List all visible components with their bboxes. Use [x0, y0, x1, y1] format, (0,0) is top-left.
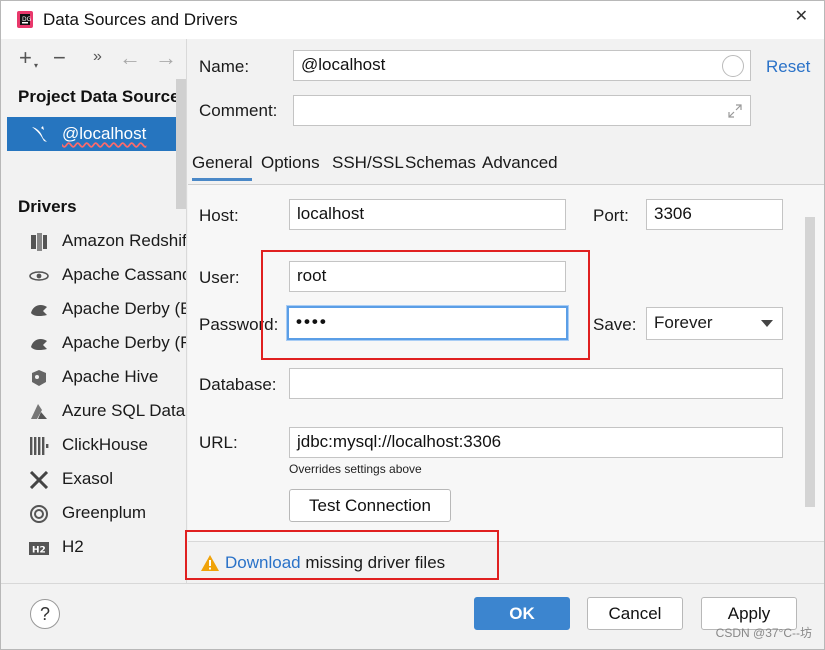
azure-icon [31, 404, 47, 419]
driver-item[interactable]: Apache Derby (Embedded) [7, 293, 186, 327]
driver-item[interactable]: Apache Derby (Remote) [7, 327, 186, 361]
derby-hat-icon [31, 339, 47, 351]
expand-icon[interactable] [727, 103, 743, 119]
warning-row: Download missing driver files [188, 541, 824, 583]
driver-item[interactable]: Apache Hive [7, 361, 186, 395]
remove-icon[interactable]: − [53, 45, 66, 71]
greenplum-icon [30, 505, 48, 523]
more-icon[interactable]: » [93, 48, 102, 66]
database-label: Database: [199, 375, 277, 394]
help-icon[interactable]: ? [30, 599, 60, 629]
derby-hat-icon [31, 305, 47, 317]
driver-item[interactable]: Exasol [7, 463, 186, 497]
window-title: Data Sources and Drivers [43, 10, 238, 29]
ok-button[interactable]: OK [474, 597, 570, 630]
user-label: User: [199, 268, 240, 287]
chevron-down-icon [761, 320, 773, 327]
tab-bar: General Options SSH/SSL Schemas Advanced [188, 147, 824, 185]
svg-text:H2: H2 [32, 546, 46, 556]
database-field[interactable] [289, 368, 783, 399]
reset-link[interactable]: Reset [766, 57, 810, 77]
left-scrollbar[interactable] [176, 79, 186, 209]
redshift-icon [31, 233, 47, 251]
comment-field[interactable] [293, 95, 751, 126]
test-connection-button[interactable]: Test Connection [289, 489, 451, 522]
password-label: Password: [199, 315, 279, 334]
name-label: Name: [199, 57, 250, 76]
forward-arrow-icon[interactable]: → [155, 45, 177, 71]
data-sources-dialog: DG Data Sources and Drivers ✕ + ▾ − » ← … [0, 0, 825, 650]
back-arrow-icon[interactable]: ← [119, 45, 141, 71]
host-label: Host: [199, 206, 239, 225]
download-link[interactable]: Download [225, 553, 301, 572]
warning-text: missing driver files [300, 553, 446, 572]
driver-item[interactable]: H2 H2 [7, 531, 186, 565]
user-field[interactable]: root [289, 261, 566, 292]
tab-advanced[interactable]: Advanced [482, 153, 558, 173]
mysql-dolphin-icon [32, 126, 47, 142]
comment-label: Comment: [199, 101, 278, 120]
driver-item[interactable]: Apache Cassandra [7, 259, 186, 293]
tab-schemas[interactable]: Schemas [405, 153, 476, 173]
driver-item[interactable]: Amazon Redshift [7, 225, 186, 259]
right-scrollbar[interactable] [805, 217, 815, 507]
driver-item[interactable]: Greenplum [7, 497, 186, 531]
dialog-footer: ? OK Cancel Apply [1, 583, 824, 649]
url-field[interactable]: jdbc:mysql://localhost:3306 [289, 427, 783, 458]
app-logo-icon: DG [17, 11, 33, 28]
title-bar: DG Data Sources and Drivers ✕ [1, 1, 824, 39]
save-label: Save: [593, 315, 637, 334]
data-source-label: @localhost [62, 124, 147, 143]
general-tab-content [188, 185, 824, 541]
tab-ssh-ssl[interactable]: SSH/SSL [332, 153, 404, 173]
warning-icon [201, 555, 219, 571]
tab-options[interactable]: Options [261, 153, 320, 173]
add-dropdown-icon[interactable]: ▾ [34, 61, 38, 70]
project-data-sources-header: Project Data Sources [18, 87, 187, 106]
watermark: CSDN @37°C--坊 [715, 626, 812, 640]
cassandra-eye-icon [29, 271, 49, 281]
driver-item[interactable]: Azure SQL Database [7, 395, 186, 429]
h2-icon: H2 [29, 542, 49, 556]
url-note: Overrides settings above [289, 462, 422, 476]
right-panel: Name: @localhost Reset Comment: General … [188, 39, 824, 583]
left-panel: + ▾ − » ← → Project Data Sources @localh… [7, 39, 187, 583]
exasol-x-icon [29, 471, 49, 489]
data-source-localhost[interactable]: @localhost [7, 117, 186, 151]
name-field[interactable]: @localhost [293, 50, 751, 81]
left-toolbar: + ▾ − » ← → [7, 39, 186, 77]
hive-icon [32, 370, 46, 386]
url-label: URL: [199, 433, 238, 452]
tab-general[interactable]: General [192, 153, 253, 181]
add-icon[interactable]: + [19, 45, 32, 71]
port-field[interactable]: 3306 [646, 199, 783, 230]
driver-item[interactable]: ClickHouse [7, 429, 186, 463]
port-label: Port: [593, 206, 629, 225]
cancel-button[interactable]: Cancel [587, 597, 683, 630]
clickhouse-bars-icon [30, 437, 49, 455]
host-field[interactable]: localhost [289, 199, 566, 230]
save-select[interactable]: Forever [646, 307, 783, 340]
drivers-header: Drivers [18, 197, 77, 216]
color-circle-icon[interactable] [722, 55, 744, 77]
close-icon[interactable]: ✕ [795, 6, 808, 26]
password-field[interactable]: •••• [287, 306, 568, 340]
svg-text:DG: DG [22, 16, 32, 23]
